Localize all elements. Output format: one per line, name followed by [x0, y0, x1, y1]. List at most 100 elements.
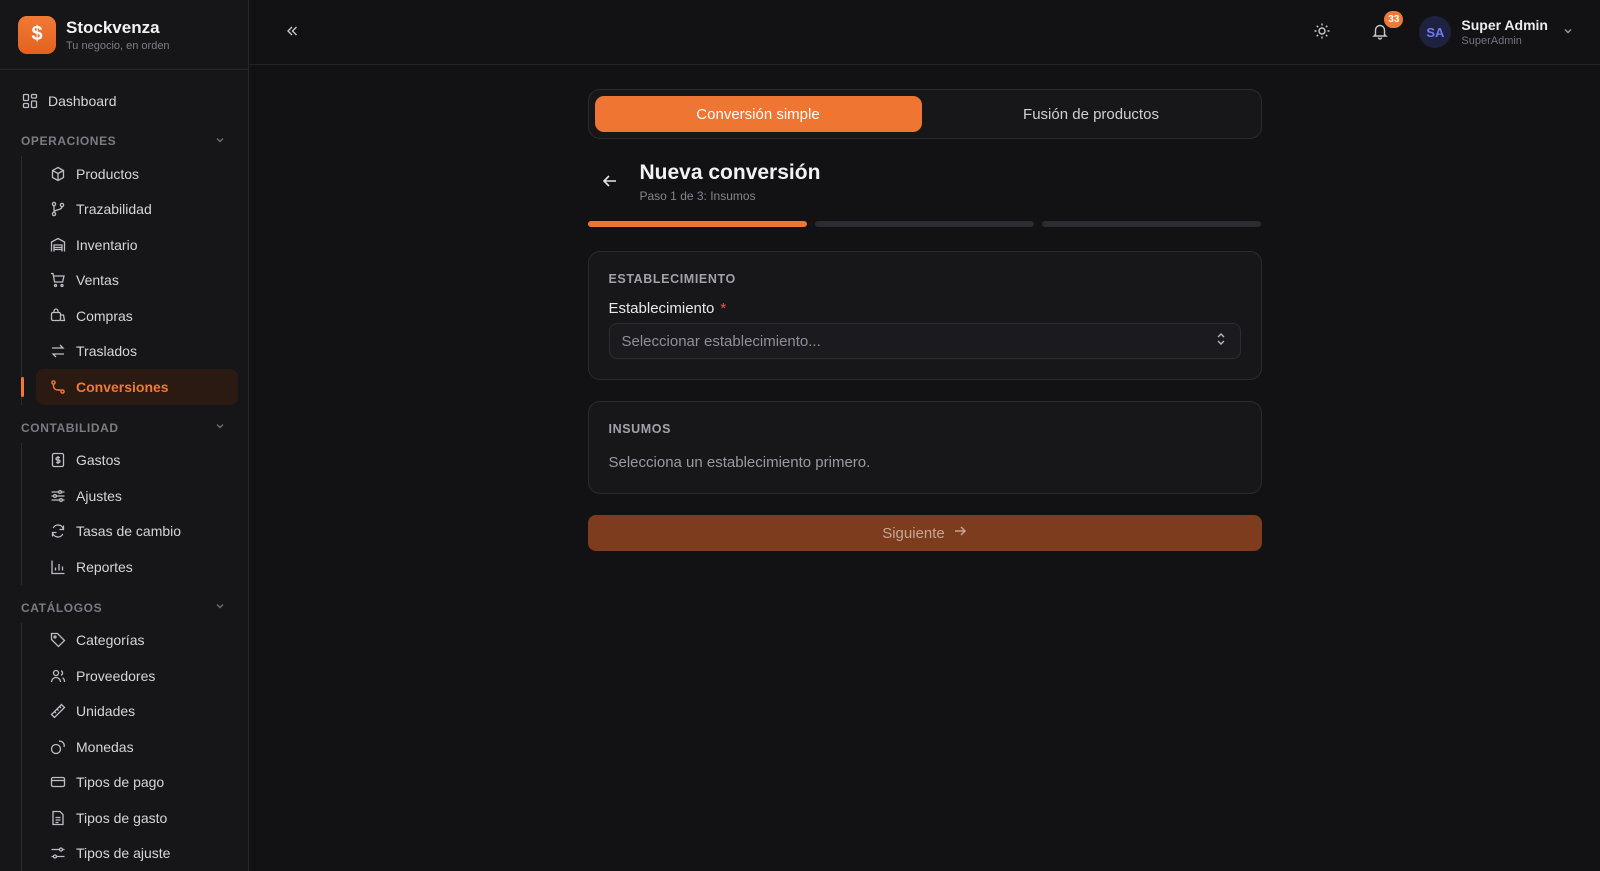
sidebar-section-catalogos[interactable]: CATÁLOGOS	[10, 593, 238, 623]
section-title: CATÁLOGOS	[21, 600, 103, 615]
sidebar-item-tasas-de-cambio[interactable]: Tasas de cambio	[36, 514, 238, 550]
sliders-alt-icon	[50, 845, 66, 861]
card-title: ESTABLECIMIENTO	[608, 272, 736, 286]
chevrons-left-icon	[284, 23, 300, 42]
tab-conversion-simple[interactable]: Conversión simple	[594, 96, 922, 132]
chevron-down-icon	[214, 600, 226, 615]
brand-tagline: Tu negocio, en orden	[66, 39, 170, 52]
user-name: Super Admin	[1461, 17, 1548, 33]
topbar-actions: 33 SA Super Admin SuperAdmin	[1307, 11, 1574, 48]
sidebar-item-ventas[interactable]: Ventas	[36, 263, 238, 299]
sidebar-item-reportes[interactable]: Reportes	[36, 549, 238, 585]
field-label: Establecimiento *	[609, 300, 1241, 317]
sidebar: $ Stockvenza Tu negocio, en orden Dashbo…	[0, 0, 249, 871]
sidebar-item-label: Ventas	[76, 272, 119, 289]
warehouse-icon	[50, 237, 66, 253]
establishment-card: ESTABLECIMIENTO Establecimiento * Selecci…	[587, 251, 1262, 380]
sidebar-item-label: Inventario	[76, 236, 138, 253]
sidebar-item-label: Reportes	[76, 558, 133, 575]
sidebar-item-ajustes[interactable]: Ajustes	[36, 478, 238, 514]
sidebar-item-gastos[interactable]: Gastos	[36, 443, 238, 479]
user-role: SuperAdmin	[1461, 35, 1522, 47]
brand[interactable]: $ Stockvenza Tu negocio, en orden	[0, 0, 248, 70]
establishment-select[interactable]: Seleccionar establecimiento...	[608, 323, 1241, 359]
sidebar-group-operaciones: Productos Trazabilidad Inventario Ventas…	[21, 156, 238, 405]
sidebar-section-contabilidad[interactable]: CONTABILIDAD	[10, 413, 238, 443]
file-text-icon	[50, 810, 66, 826]
sidebar-item-label: Tipos de gasto	[76, 809, 168, 826]
theme-toggle-button[interactable]	[1307, 17, 1337, 47]
sidebar-item-label: Tipos de ajuste	[76, 845, 171, 862]
sidebar-item-label: Monedas	[76, 738, 134, 755]
chevrons-up-down-icon	[1214, 332, 1228, 350]
sliders-icon	[50, 488, 66, 504]
layout-grid-icon	[22, 93, 38, 109]
select-placeholder: Seleccionar establecimiento...	[621, 332, 821, 350]
page-title: Nueva conversión	[639, 161, 821, 184]
sidebar-item-tipos-de-ajuste[interactable]: Tipos de ajuste	[36, 836, 238, 871]
next-button-label: Siguiente	[882, 524, 945, 542]
sidebar-item-compras[interactable]: Compras	[36, 298, 238, 334]
notifications-button[interactable]: 33	[1365, 11, 1404, 47]
arrow-right-icon	[953, 524, 967, 542]
sidebar-item-monedas[interactable]: Monedas	[36, 729, 238, 765]
avatar: SA	[1419, 16, 1452, 48]
sidebar-item-label: Dashboard	[48, 93, 117, 109]
conversion-panel: Conversión simple Fusión de productos Nu…	[587, 89, 1262, 871]
sidebar-item-traslados[interactable]: Traslados	[36, 334, 238, 370]
sidebar-item-conversiones[interactable]: Conversiones	[36, 369, 238, 405]
sidebar-item-productos[interactable]: Productos	[36, 156, 238, 192]
sidebar-item-label: Ajustes	[76, 487, 122, 504]
notifications-badge: 33	[1384, 11, 1404, 28]
sidebar-item-label: Tipos de pago	[76, 774, 165, 791]
arrows-left-right-icon	[50, 343, 66, 359]
sidebar-item-unidades[interactable]: Unidades	[36, 694, 238, 730]
field-label-text: Establecimiento	[608, 300, 715, 317]
progress-steps	[587, 221, 1262, 227]
user-menu[interactable]: SA Super Admin SuperAdmin	[1419, 16, 1574, 48]
progress-step	[1042, 221, 1262, 227]
inputs-card: INSUMOS Selecciona un establecimiento pr…	[587, 401, 1262, 494]
sidebar-item-tipos-de-pago[interactable]: Tipos de pago	[36, 765, 238, 801]
sidebar-item-label: Unidades	[76, 703, 136, 720]
content: Conversión simple Fusión de productos Nu…	[249, 65, 1600, 871]
chevron-down-icon	[214, 420, 226, 435]
chevron-down-icon	[214, 134, 226, 149]
arrow-left-icon	[601, 172, 619, 193]
tab-fusion-de-productos[interactable]: Fusión de productos	[928, 96, 1255, 132]
route-icon	[50, 379, 66, 395]
required-mark: *	[720, 300, 727, 317]
app-root: $ Stockvenza Tu negocio, en orden Dashbo…	[0, 0, 1600, 871]
sidebar-item-label: Productos	[76, 165, 140, 182]
sidebar-item-label: Trazabilidad	[76, 201, 152, 218]
sidebar-item-label: Proveedores	[76, 667, 156, 684]
back-button[interactable]	[598, 170, 622, 194]
tag-icon	[50, 632, 66, 648]
section-title: CONTABILIDAD	[21, 420, 119, 435]
sidebar-item-tipos-de-gasto[interactable]: Tipos de gasto	[36, 800, 238, 836]
page-subtitle: Paso 1 de 3: Insumos	[639, 189, 756, 203]
users-icon	[50, 668, 66, 684]
sidebar-group-contabilidad: Gastos Ajustes Tasas de cambio Reportes	[21, 442, 238, 585]
sidebar-item-label: Gastos	[76, 452, 121, 469]
cart-icon	[50, 272, 66, 288]
chevron-down-icon	[1562, 24, 1574, 40]
sidebar-nav: Dashboard OPERACIONES Productos Trazabil…	[0, 70, 248, 871]
progress-step	[587, 221, 807, 227]
next-button[interactable]: Siguiente	[587, 515, 1262, 551]
collapse-sidebar-button[interactable]	[277, 17, 307, 47]
sidebar-item-dashboard[interactable]: Dashboard	[10, 84, 238, 118]
ruler-icon	[50, 703, 66, 719]
sidebar-item-categorias[interactable]: Categorías	[36, 623, 238, 659]
topbar: 33 SA Super Admin SuperAdmin	[249, 0, 1600, 65]
sidebar-item-label: Conversiones	[76, 378, 169, 395]
sidebar-item-label: Compras	[76, 307, 133, 324]
sidebar-item-inventario[interactable]: Inventario	[36, 227, 238, 263]
sidebar-item-proveedores[interactable]: Proveedores	[36, 658, 238, 694]
sidebar-item-trazabilidad[interactable]: Trazabilidad	[36, 192, 238, 228]
card-title: INSUMOS	[608, 422, 672, 436]
main-area: 33 SA Super Admin SuperAdmin Conversión …	[249, 0, 1600, 871]
bar-chart-icon	[50, 559, 66, 575]
dollar-icon: $	[18, 15, 56, 54]
sidebar-section-operaciones[interactable]: OPERACIONES	[10, 126, 238, 156]
